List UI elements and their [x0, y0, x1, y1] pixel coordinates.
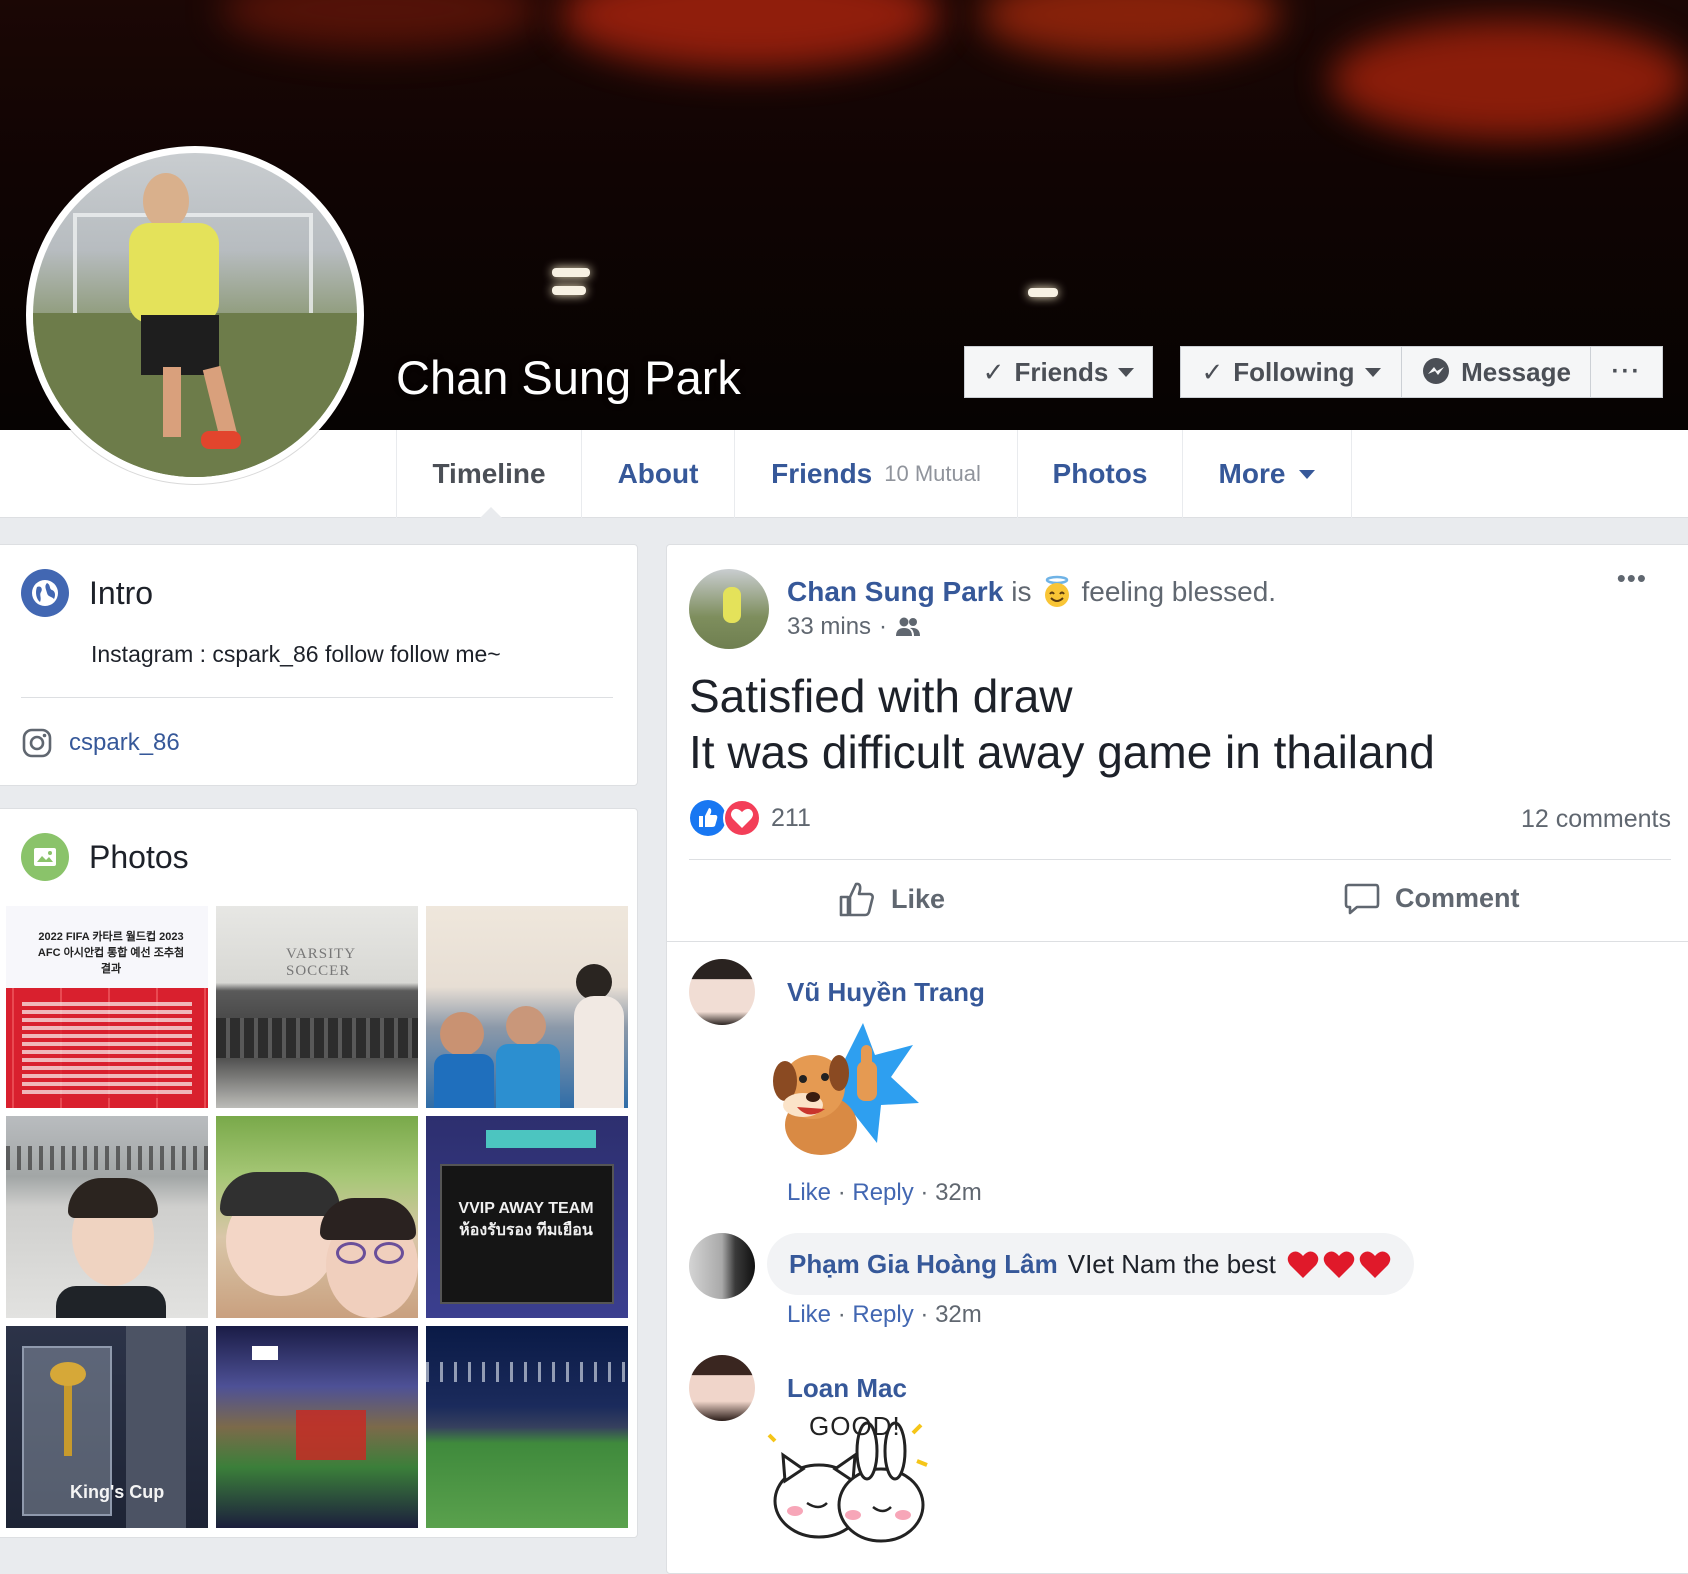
photo-tile[interactable]: [426, 1326, 628, 1528]
message-button[interactable]: Message: [1401, 346, 1591, 398]
post-text-line2: It was difficult away game in thailand: [689, 726, 1435, 778]
photo-tile-caption: King's Cup: [70, 1482, 165, 1502]
like-button-label: Like: [891, 883, 946, 914]
comment-like-link[interactable]: Like: [787, 1179, 831, 1206]
photo-tile-caption: VARSITY SOCCER: [286, 946, 356, 979]
more-options-button[interactable]: ···: [1590, 346, 1663, 398]
post-timestamp[interactable]: 33 mins: [787, 613, 871, 641]
photo-tile[interactable]: 2022 FIFA 카타르 월드컵 2023 AFC 아시안컵 통합 예선 조추…: [6, 906, 208, 1108]
post-author-avatar[interactable]: [689, 569, 769, 649]
friends-button-label: Friends: [1014, 356, 1109, 387]
comment-button-label: Comment: [1395, 882, 1520, 913]
more-dots-icon: ···: [1611, 358, 1642, 385]
photo-tile[interactable]: [6, 1116, 208, 1318]
post-header-line: Chan Sung Park is feeling blessed.: [787, 575, 1276, 609]
caret-down-icon: [1118, 367, 1135, 377]
instagram-link[interactable]: cspark_86: [69, 729, 180, 757]
tab-photos-label: Photos: [1052, 458, 1148, 489]
comment-timestamp[interactable]: 32m: [935, 1179, 982, 1206]
commenter-avatar[interactable]: [689, 959, 755, 1025]
comment-bubble: Phạm Gia Hoàng Lâm VIet Nam the best: [767, 1233, 1414, 1295]
post-text-line1: Satisfied with draw: [689, 670, 1073, 722]
photo-tile[interactable]: VARSITY SOCCER: [216, 906, 418, 1108]
comment-button[interactable]: Comment: [1343, 879, 1520, 917]
commenter-name[interactable]: Loan Mac: [787, 1373, 907, 1404]
tab-friends[interactable]: Friends 10 Mutual: [734, 430, 1017, 518]
like-button[interactable]: Like: [837, 879, 945, 919]
comment-count-link[interactable]: 12 comments: [1521, 805, 1671, 834]
comment-reply-link[interactable]: Reply: [852, 1179, 913, 1206]
photo-tile[interactable]: [216, 1326, 418, 1528]
tab-more-label: More: [1218, 458, 1286, 489]
mutual-friends-count: 10 Mutual: [884, 461, 981, 486]
post-card: Chan Sung Park is feeling blessed. 33 mi…: [666, 544, 1688, 1574]
comment-meta: Like · Reply · 32m: [787, 1179, 982, 1206]
commenter-name[interactable]: Phạm Gia Hoàng Lâm: [789, 1249, 1058, 1280]
message-button-label: Message: [1461, 356, 1571, 387]
active-tab-indicator: [479, 507, 503, 519]
tab-more[interactable]: More: [1182, 430, 1352, 518]
tab-friends-label: Friends: [771, 458, 873, 489]
speech-bubble-icon: [1344, 883, 1380, 915]
commenter-avatar[interactable]: [689, 1233, 755, 1299]
photo-tile[interactable]: [216, 1116, 418, 1318]
commenter-name[interactable]: Vũ Huyền Trang: [787, 977, 985, 1008]
reaction-count: 211: [771, 803, 811, 832]
post-is-text: is: [1011, 576, 1032, 607]
like-reaction-icon: [690, 800, 726, 836]
comment-reply-link[interactable]: Reply: [852, 1301, 913, 1328]
tab-photos[interactable]: Photos: [1017, 430, 1182, 518]
smiling-halo-emoji-icon: [1044, 575, 1069, 607]
sticker-caption: GOOD!: [809, 1411, 901, 1441]
intro-title: Intro: [89, 574, 154, 611]
comment-timestamp[interactable]: 32m: [935, 1301, 982, 1328]
photo-tile-caption: 2022 FIFA 카타르 월드컵 2023 AFC 아시안컵 통합 예선 조추…: [37, 931, 185, 975]
dog-thumbs-up-sticker: [773, 1023, 919, 1155]
post-meta: 33 mins ·: [787, 613, 921, 641]
following-button[interactable]: ✓ Following: [1180, 346, 1402, 398]
post-feeling-text: feeling blessed.: [1081, 576, 1277, 607]
friends-button[interactable]: ✓ Friends: [964, 346, 1153, 398]
post-options-button[interactable]: •••: [1617, 563, 1647, 594]
photo-tile[interactable]: VVIP AWAY TEAM ห้องรับรอง ทีมเยือน: [426, 1116, 628, 1318]
red-heart-icon: [1287, 1251, 1391, 1278]
thumbs-up-icon: [839, 882, 874, 917]
instagram-row[interactable]: cspark_86: [21, 727, 180, 759]
photos-title: Photos: [89, 838, 189, 875]
tab-about[interactable]: About: [581, 430, 734, 518]
profile-picture-image: [33, 153, 357, 477]
photo-tile[interactable]: [426, 906, 628, 1108]
check-icon: ✓: [982, 356, 1005, 387]
comments-divider: [667, 941, 1688, 942]
tab-about-label: About: [617, 458, 699, 489]
tab-timeline-label: Timeline: [432, 458, 546, 489]
caret-down-icon: [1364, 367, 1381, 377]
love-reaction-icon: [723, 799, 761, 837]
comment-like-link[interactable]: Like: [787, 1301, 831, 1328]
friends-audience-icon[interactable]: [895, 616, 921, 638]
profile-picture[interactable]: [26, 146, 364, 484]
tab-timeline[interactable]: Timeline: [396, 430, 581, 519]
post-author-name[interactable]: Chan Sung Park: [787, 576, 1003, 608]
profile-name: Chan Sung Park: [396, 351, 741, 404]
messenger-icon: [1423, 358, 1450, 384]
photo-tile[interactable]: King's Cup: [6, 1326, 208, 1528]
intro-bio: Instagram : cspark_86 follow follow me~: [91, 641, 501, 667]
post-action-divider: [689, 859, 1671, 860]
globe-icon: [21, 569, 69, 617]
instagram-icon: [22, 728, 52, 758]
photo-icon: [21, 833, 69, 881]
caret-down-icon: [1299, 469, 1316, 479]
photo-tile-caption: VVIP AWAY TEAM ห้องรับรอง ทีมเยือน: [458, 1200, 594, 1239]
comment-meta: Like · Reply · 32m: [787, 1301, 982, 1328]
intro-divider: [21, 697, 613, 698]
following-button-label: Following: [1233, 356, 1355, 387]
intro-card: Intro Instagram : cspark_86 follow follo…: [0, 544, 638, 786]
comment-text: VIet Nam the best: [1067, 1248, 1276, 1279]
reactions-summary[interactable]: 211: [689, 799, 811, 837]
check-icon: ✓: [1201, 356, 1224, 387]
post-meta-dot: ·: [879, 613, 888, 640]
commenter-avatar[interactable]: [689, 1355, 755, 1421]
